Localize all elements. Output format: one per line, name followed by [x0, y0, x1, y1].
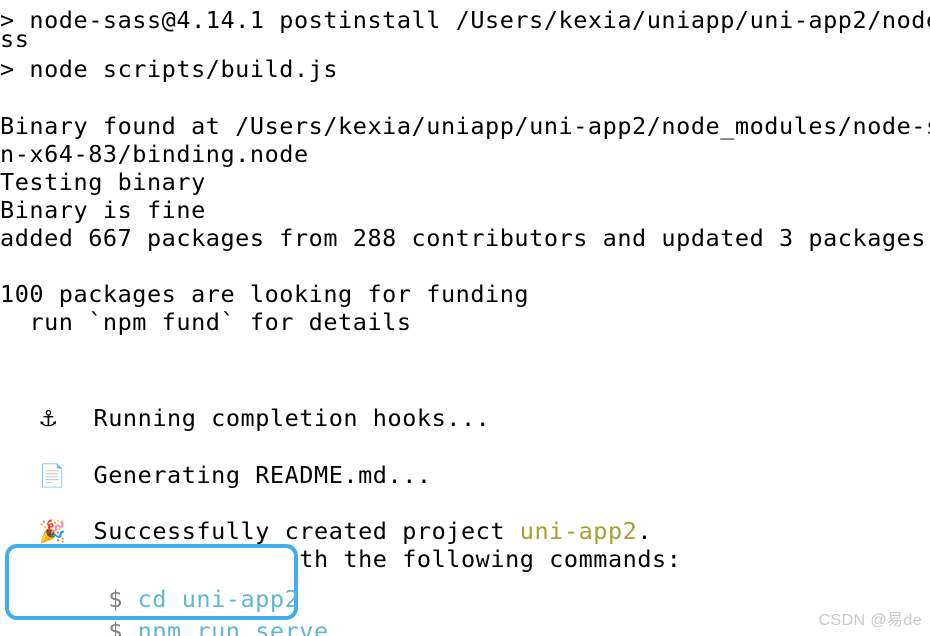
- status-line-get-started: 👉Get started with the following commands…: [0, 499, 930, 573]
- terminal-output[interactable]: > node-sass@4.14.1 postinstall /Users/ke…: [0, 0, 930, 636]
- csdn-watermark: CSDN @易de: [818, 612, 922, 629]
- shell-prompt-sigil: $: [108, 617, 138, 636]
- next-steps-command-box[interactable]: $ cd uni-app2 $ npm run serve: [5, 544, 328, 636]
- status-line-generating-readme: 📄 Generating README.md...: [0, 415, 930, 489]
- command-row[interactable]: $ npm run serve: [20, 583, 329, 636]
- command-row[interactable]: $ cd uni-app2: [20, 551, 299, 613]
- console-line: run `npm fund` for details: [0, 308, 412, 336]
- status-line-completion-hooks: ⚓ Running completion hooks...: [0, 358, 930, 432]
- shell-command[interactable]: npm run serve: [138, 617, 329, 636]
